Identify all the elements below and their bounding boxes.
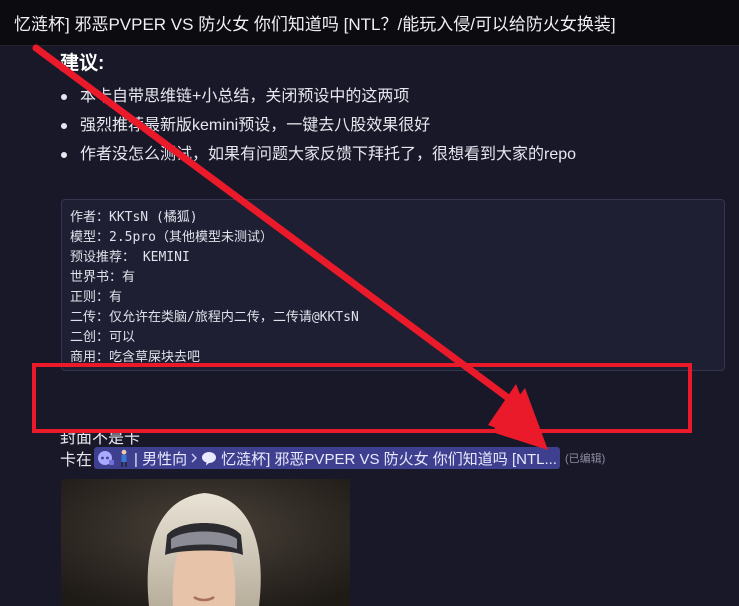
edited-label: (已编辑) (564, 453, 606, 465)
info-line: 正则：有 (70, 290, 123, 305)
suggestions-heading: 建议: (60, 53, 105, 74)
cover-image[interactable] (61, 479, 350, 606)
card-location-prefix: 卡在 (60, 452, 93, 469)
list-item: 作者没怎么测试，如果有问题大家反馈下拜托了，很想看到大家的repo (58, 140, 576, 169)
list-item: 强烈推荐最新版kemini预设，一键去八股效果很好 (58, 111, 576, 140)
info-line: 作者：KKTsN (橘狐) (70, 210, 198, 225)
thread-icon (201, 451, 217, 466)
info-line: 模型：2.5pro（其他模型未测试） (70, 230, 273, 245)
title-bar: 忆涟杯] 邪恶PVPER VS 防火女 你们知道吗 [NTL？/能玩入侵/可以给… (0, 0, 739, 46)
info-line: 二传：仅允许在类脑/旅程内二传，二传请@KKTsN (70, 310, 359, 325)
figure-icon (118, 449, 130, 467)
category-label: | 男性向 (134, 450, 188, 468)
list-item: 本卡自带思维链+小总结，关闭预设中的这两项 (58, 82, 576, 111)
info-line: 二创：可以 (70, 330, 136, 345)
card-location-line: 卡在 | 男性向 忆涟杯] 邪恶PVPER VS 防火女 你们知道吗 [NTL.… (60, 446, 605, 470)
thread-name-label: 忆涟杯] 邪恶PVPER VS 防火女 你们知道吗 [NTL... (221, 450, 557, 468)
channel-mention-link[interactable]: | 男性向 忆涟杯] 邪恶PVPER VS 防火女 你们知道吗 [NTL... (94, 447, 560, 469)
message-content: 建议: 本卡自带思维链+小总结，关闭预设中的这两项 强烈推荐最新版kemini预… (0, 46, 739, 606)
info-line: 预设推荐： KEMINI (70, 250, 190, 265)
chevron-right-icon (191, 453, 198, 463)
info-line: 世界书：有 (70, 270, 136, 285)
thread-title: 忆涟杯] 邪恶PVPER VS 防火女 你们知道吗 [NTL？/能玩入侵/可以给… (14, 15, 616, 34)
suggestions-list: 本卡自带思维链+小总结，关闭预设中的这两项 强烈推荐最新版kemini预设，一键… (58, 82, 576, 169)
info-code-block: 作者：KKTsN (橘狐) 模型：2.5pro（其他模型未测试） 预设推荐： K… (61, 199, 725, 371)
discord-icon (97, 450, 115, 466)
red-highlight-box (32, 363, 692, 433)
